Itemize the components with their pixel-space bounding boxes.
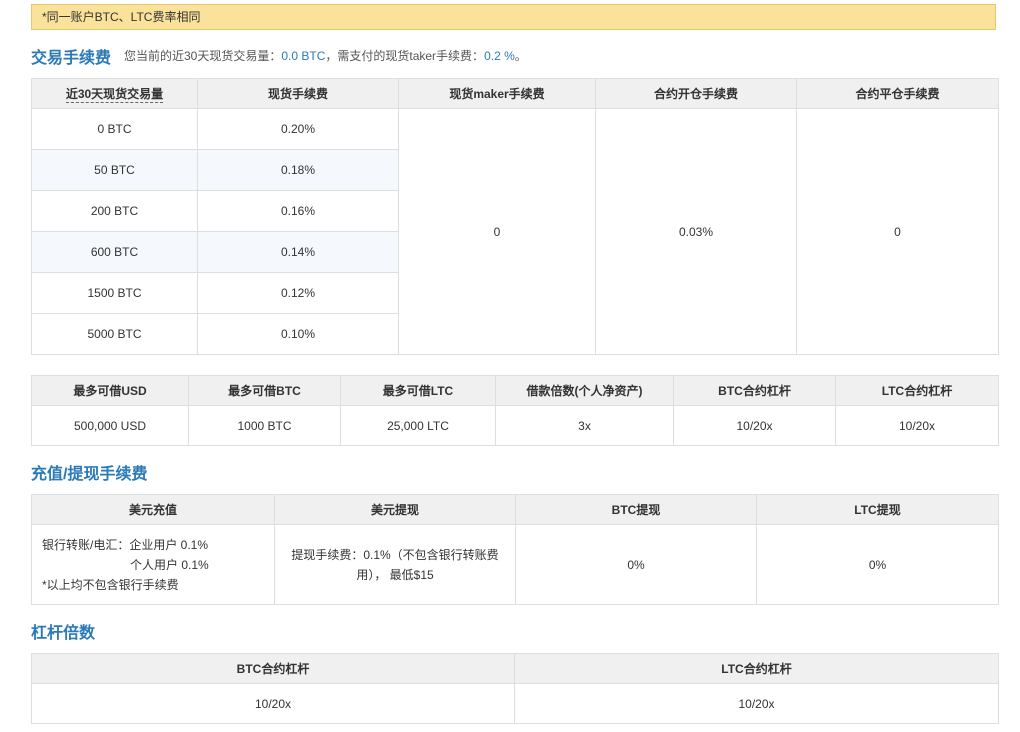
trading-fee-title: 交易手续费 bbox=[31, 50, 112, 67]
fee-cell: 0.14% bbox=[197, 231, 399, 273]
volume-cell: 200 BTC bbox=[31, 190, 198, 232]
header-open-fee: 合约开仓手续费 bbox=[595, 78, 797, 109]
header-max-usd: 最多可借USD bbox=[31, 375, 189, 406]
header-ltc-contract-leverage: LTC合约杠杆 bbox=[514, 653, 999, 684]
header-ltc-withdraw: LTC提现 bbox=[756, 494, 999, 525]
fee-cell: 0.10% bbox=[197, 313, 399, 355]
header-volume: 近30天现货交易量 bbox=[31, 78, 198, 109]
header-borrow-multiple: 借款倍数(个人净资产) bbox=[495, 375, 674, 406]
open-fee-cell: 0.03% bbox=[595, 108, 797, 355]
usd-deposit-line: 个人用户 0.1% bbox=[130, 557, 209, 572]
ltc-leverage-cell: 10/20x bbox=[835, 405, 999, 446]
table-header-row: 近30天现货交易量 现货手续费 现货maker手续费 合约开仓手续费 合约平仓手… bbox=[31, 78, 999, 109]
leverage-title: 杠杆倍数 bbox=[31, 625, 96, 642]
volume-cell: 1500 BTC bbox=[31, 272, 198, 314]
btc-leverage-cell: 10/20x bbox=[673, 405, 836, 446]
btc-withdraw-cell: 0% bbox=[515, 524, 757, 605]
deposit-withdraw-title: 充值/提现手续费 bbox=[31, 466, 148, 483]
max-ltc-cell: 25,000 LTC bbox=[340, 405, 496, 446]
usd-withdraw-line: 用）， 最低$15 bbox=[356, 567, 434, 582]
header-maker-fee: 现货maker手续费 bbox=[398, 78, 596, 109]
summary-prefix: 您当前的近30天现货交易量： bbox=[124, 49, 282, 63]
usd-withdraw-line: 提现手续费：0.1%（不包含银行转账费 bbox=[291, 547, 499, 562]
header-btc-withdraw: BTC提现 bbox=[515, 494, 757, 525]
header-usd-deposit: 美元充值 bbox=[31, 494, 275, 525]
header-max-ltc: 最多可借LTC bbox=[340, 375, 496, 406]
table-row: 10/20x 10/20x bbox=[31, 683, 999, 724]
max-usd-cell: 500,000 USD bbox=[31, 405, 189, 446]
volume-cell: 0 BTC bbox=[31, 108, 198, 150]
table-header-row: 最多可借USD 最多可借BTC 最多可借LTC 借款倍数(个人净资产) BTC合… bbox=[31, 375, 999, 406]
trading-fee-summary: 您当前的近30天现货交易量：0.0 BTC，需支付的现货taker手续费：0.2… bbox=[124, 47, 527, 64]
leverage-table: BTC合约杠杆 LTC合约杠杆 10/20x 10/20x bbox=[31, 653, 999, 724]
close-fee-cell: 0 bbox=[796, 108, 999, 355]
usd-withdraw-cell: 提现手续费：0.1%（不包含银行转账费 用）， 最低$15 bbox=[274, 524, 516, 605]
table-row: 0 BTC 0.20% 0 0.03% 0 bbox=[31, 108, 999, 355]
table-row: 银行转账/电汇：企业用户 0.1% 个人用户 0.1% *以上均不包含银行手续费… bbox=[31, 524, 999, 605]
table-row: 500,000 USD 1000 BTC 25,000 LTC 3x 10/20… bbox=[31, 405, 999, 446]
header-usd-withdraw: 美元提现 bbox=[274, 494, 516, 525]
header-max-btc: 最多可借BTC bbox=[188, 375, 341, 406]
header-ltc-leverage: LTC合约杠杆 bbox=[835, 375, 999, 406]
header-btc-leverage: BTC合约杠杆 bbox=[673, 375, 836, 406]
fee-cell: 0.12% bbox=[197, 272, 399, 314]
usd-deposit-note: *以上均不包含银行手续费 bbox=[42, 577, 179, 592]
summary-mid: ，需支付的现货taker手续费： bbox=[325, 49, 485, 63]
notice-banner: *同一账户BTC、LTC费率相同 bbox=[31, 4, 996, 30]
deposit-withdraw-table: 美元充值 美元提现 BTC提现 LTC提现 银行转账/电汇：企业用户 0.1% … bbox=[31, 494, 999, 605]
borrow-multiple-cell: 3x bbox=[495, 405, 674, 446]
usd-deposit-line: 银行转账/电汇：企业用户 0.1% bbox=[42, 537, 209, 552]
fee-cell: 0.16% bbox=[197, 190, 399, 232]
header-btc-contract-leverage: BTC合约杠杆 bbox=[31, 653, 515, 684]
volume-cell: 50 BTC bbox=[31, 149, 198, 191]
maker-fee-cell: 0 bbox=[398, 108, 596, 355]
table-header-row: 美元充值 美元提现 BTC提现 LTC提现 bbox=[31, 494, 999, 525]
usd-deposit-cell: 银行转账/电汇：企业用户 0.1% 个人用户 0.1% *以上均不包含银行手续费 bbox=[31, 524, 275, 605]
header-volume-label[interactable]: 近30天现货交易量 bbox=[65, 87, 164, 103]
volume-cell: 5000 BTC bbox=[31, 313, 198, 355]
header-spot-fee: 现货手续费 bbox=[197, 78, 399, 109]
header-close-fee: 合约平仓手续费 bbox=[796, 78, 999, 109]
summary-taker-fee: 0.2 % bbox=[484, 49, 515, 63]
trading-fee-table: 近30天现货交易量 现货手续费 现货maker手续费 合约开仓手续费 合约平仓手… bbox=[31, 78, 999, 355]
ltc-contract-leverage-cell: 10/20x bbox=[514, 683, 999, 724]
summary-volume: 0.0 BTC bbox=[281, 49, 326, 63]
ltc-withdraw-cell: 0% bbox=[756, 524, 999, 605]
fee-cell: 0.18% bbox=[197, 149, 399, 191]
borrow-table: 最多可借USD 最多可借BTC 最多可借LTC 借款倍数(个人净资产) BTC合… bbox=[31, 375, 999, 446]
max-btc-cell: 1000 BTC bbox=[188, 405, 341, 446]
volume-cell: 600 BTC bbox=[31, 231, 198, 273]
fee-cell: 0.20% bbox=[197, 108, 399, 150]
btc-contract-leverage-cell: 10/20x bbox=[31, 683, 515, 724]
summary-suffix: 。 bbox=[514, 49, 527, 63]
table-header-row: BTC合约杠杆 LTC合约杠杆 bbox=[31, 653, 999, 684]
